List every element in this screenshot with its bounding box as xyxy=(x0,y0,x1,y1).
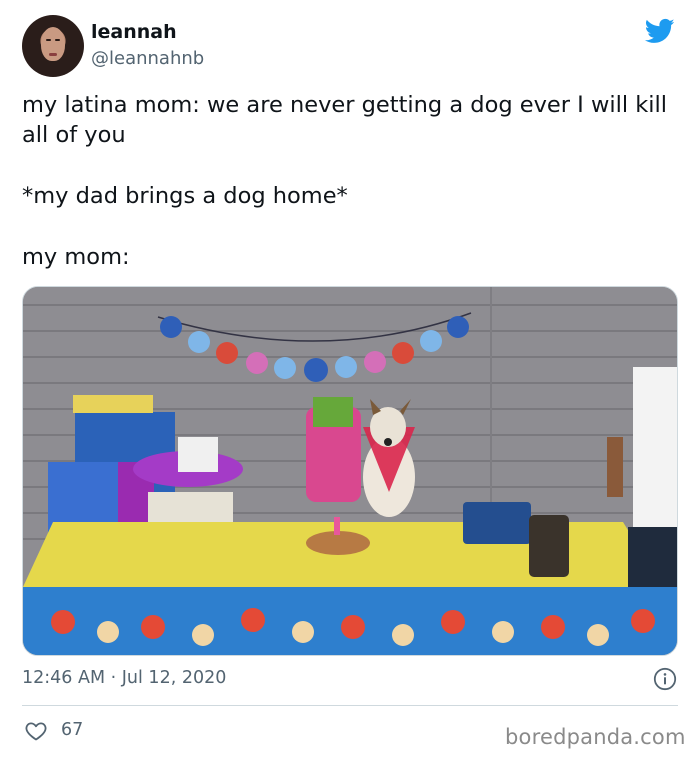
twitter-bird-icon[interactable] xyxy=(643,16,677,46)
tweet-text: my latina mom: we are never getting a do… xyxy=(22,90,682,272)
info-icon[interactable] xyxy=(653,667,677,691)
like-count: 67 xyxy=(61,720,84,740)
tweet-timestamp[interactable]: 12:46 AM · Jul 12, 2020 xyxy=(22,668,226,688)
tweet-photo[interactable] xyxy=(22,286,678,656)
tweet-line-1: my latina mom: we are never getting a do… xyxy=(22,92,668,148)
divider xyxy=(22,705,678,706)
watermark: boredpanda.com xyxy=(505,725,686,749)
avatar[interactable] xyxy=(22,15,84,77)
display-name[interactable]: leannah xyxy=(91,21,177,43)
user-handle[interactable]: @leannahnb xyxy=(91,48,204,69)
tweet-line-3: my mom: xyxy=(22,244,130,270)
heart-icon[interactable] xyxy=(24,719,48,743)
tweet-line-2: *my dad brings a dog home* xyxy=(22,183,348,209)
